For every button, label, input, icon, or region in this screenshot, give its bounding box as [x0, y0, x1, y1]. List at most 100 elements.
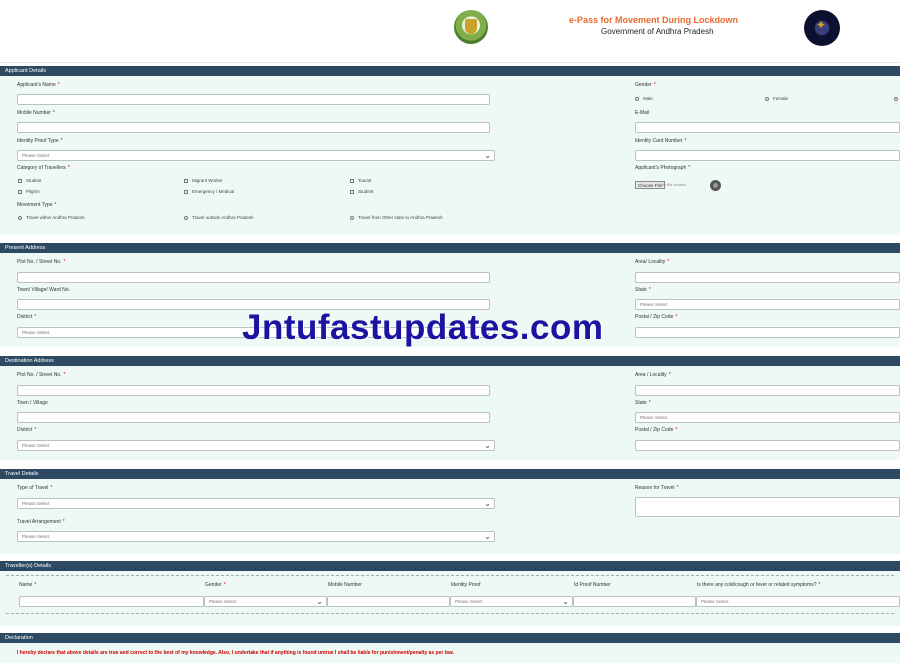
gender-female-radio[interactable]: Female	[765, 96, 788, 101]
email-label: E-Mail	[635, 110, 650, 116]
gender-male-radio[interactable]: Male	[635, 96, 653, 101]
divider	[6, 613, 894, 614]
radio-icon	[18, 215, 22, 220]
destination-district-select[interactable]: Please Select ⌄	[17, 440, 495, 451]
id-card-number-label: Identity Card Number *	[635, 138, 687, 144]
category-label: Category of Travellers *	[17, 165, 70, 171]
mobile-input[interactable]	[17, 122, 490, 133]
gender-label: Gender *	[635, 82, 656, 88]
traveller-mobile-header: Mobile Number	[328, 582, 362, 588]
category-emergency-checkbox[interactable]: Emergency / Medical	[184, 189, 234, 194]
applicant-section-header: Applicant Details	[0, 66, 900, 76]
destination-area-label: Area / Locality *	[635, 372, 671, 378]
andhra-pradesh-emblem-icon	[454, 10, 488, 44]
present-state-select[interactable]: Please Select	[635, 299, 900, 310]
destination-state-select[interactable]: Please Select	[635, 412, 900, 423]
ap-police-logo-icon: ✦	[804, 10, 840, 46]
mobile-label: Mobile Number *	[17, 110, 55, 116]
declaration-text: I hereby declare that above details are …	[17, 650, 454, 656]
destination-plot-input[interactable]	[17, 385, 490, 396]
travel-reason-textarea[interactable]	[635, 497, 900, 517]
traveller-mobile-input[interactable]	[327, 596, 450, 607]
page-header: e-Pass for Movement During Lockdown Gove…	[0, 0, 900, 63]
movement-outside-radio[interactable]: Travel outside Andhra Pradesh	[184, 215, 254, 220]
radio-icon	[635, 96, 639, 101]
travel-details-header: Travel Details	[0, 469, 900, 479]
destination-town-input[interactable]	[17, 412, 490, 423]
present-state-label: State *	[635, 287, 651, 293]
travel-type-label: Type of Travel *	[17, 485, 53, 491]
present-area-label: Area/ Locality *	[635, 259, 670, 265]
travellers-header: Traveller(s) Details	[0, 561, 900, 571]
declaration-header: Declaration	[0, 633, 900, 643]
present-address-header: Present Address	[0, 243, 900, 253]
category-migrant-checkbox[interactable]: Migrant Worker	[184, 178, 223, 183]
destination-town-label: Town / Village	[17, 400, 48, 406]
present-postal-input[interactable]	[635, 327, 900, 338]
id-proof-type-select[interactable]: Please Select ⌄	[17, 150, 495, 161]
radio-icon	[765, 96, 769, 101]
traveller-symptoms-select[interactable]: Please Select	[696, 596, 900, 607]
checkbox-icon	[350, 178, 354, 183]
checkbox-icon	[18, 178, 22, 183]
checkbox-icon	[184, 189, 188, 194]
radio-icon	[894, 96, 898, 101]
category-student-checkbox[interactable]: Student	[18, 178, 42, 183]
traveller-name-input[interactable]	[19, 596, 204, 607]
present-plot-input[interactable]	[17, 272, 490, 283]
traveller-gender-select[interactable]: Please Select ⌄	[204, 596, 327, 607]
traveller-gender-header: Gender *	[205, 582, 226, 588]
divider	[6, 575, 894, 576]
chevron-down-icon: ⌄	[562, 597, 569, 606]
destination-district-label: District *	[17, 427, 37, 433]
chevron-down-icon: ⌄	[316, 597, 323, 606]
present-area-input[interactable]	[635, 272, 900, 283]
destination-postal-label: Postal / Zip Code *	[635, 427, 678, 433]
travel-type-select[interactable]: Please Select ⌄	[17, 498, 495, 509]
present-postal-label: Postal / Zip Code *	[635, 314, 678, 320]
checkbox-icon	[18, 189, 22, 194]
movement-other-state-radio[interactable]: Travel from Other state to Andhra Prades…	[350, 215, 443, 220]
destination-address-header: Destination Address	[0, 356, 900, 366]
traveller-id-number-input[interactable]	[573, 596, 696, 607]
id-card-number-input[interactable]	[635, 150, 900, 161]
travel-arrangement-label: Travel Arrangement *	[17, 519, 65, 525]
destination-plot-label: Plot No. / Street No. *	[17, 372, 66, 378]
photo-label: Applicant's Photograph *	[635, 165, 691, 171]
movement-within-radio[interactable]: Travel within Andhra Pradesh	[18, 215, 85, 220]
chevron-down-icon: ⌄	[484, 499, 491, 508]
camera-icon[interactable]	[710, 180, 721, 191]
travel-arrangement-select[interactable]: Please Select ⌄	[17, 531, 495, 542]
present-district-label: District *	[17, 314, 37, 320]
id-proof-type-label: Identity Proof Type *	[17, 138, 63, 144]
watermark-text: Jntufastupdates.com	[242, 308, 604, 347]
no-file-text: No file chosen	[661, 182, 687, 187]
traveller-id-proof-select[interactable]: Please Select ⌄	[450, 596, 573, 607]
traveller-name-header: Name *	[19, 582, 37, 588]
present-town-label: Town/ Village/ Ward No.	[17, 287, 71, 293]
chevron-down-icon: ⌄	[484, 441, 491, 450]
page-title: e-Pass for Movement During Lockdown	[569, 15, 739, 25]
destination-state-label: State *	[635, 400, 651, 406]
gender-other-radio[interactable]	[894, 96, 900, 101]
destination-postal-input[interactable]	[635, 440, 900, 451]
radio-icon	[184, 215, 188, 220]
radio-icon	[350, 215, 354, 220]
category-pilgrim-checkbox[interactable]: Pilgrim	[18, 189, 40, 194]
chevron-down-icon: ⌄	[484, 532, 491, 541]
applicant-name-label: Applicant's Name *	[17, 82, 60, 88]
travel-reason-label: Reason for Travel *	[635, 485, 679, 491]
traveller-id-proof-header: Identity Proof	[451, 582, 481, 588]
chevron-down-icon: ⌄	[484, 151, 491, 160]
movement-type-label: Movement Type *	[17, 202, 57, 208]
checkbox-icon	[350, 189, 354, 194]
category-tourist-checkbox[interactable]: Tourist	[350, 178, 371, 183]
email-input[interactable]	[635, 122, 900, 133]
page-subtitle: Government of Andhra Pradesh	[601, 27, 714, 36]
traveller-symptoms-header: Is there any cold/cough or fever or rela…	[697, 582, 821, 588]
applicant-name-input[interactable]	[17, 94, 490, 105]
destination-area-input[interactable]	[635, 385, 900, 396]
traveller-id-number-header: Id Proof Number	[574, 582, 611, 588]
checkbox-icon	[184, 178, 188, 183]
category-student-2-checkbox[interactable]: Student	[350, 189, 374, 194]
